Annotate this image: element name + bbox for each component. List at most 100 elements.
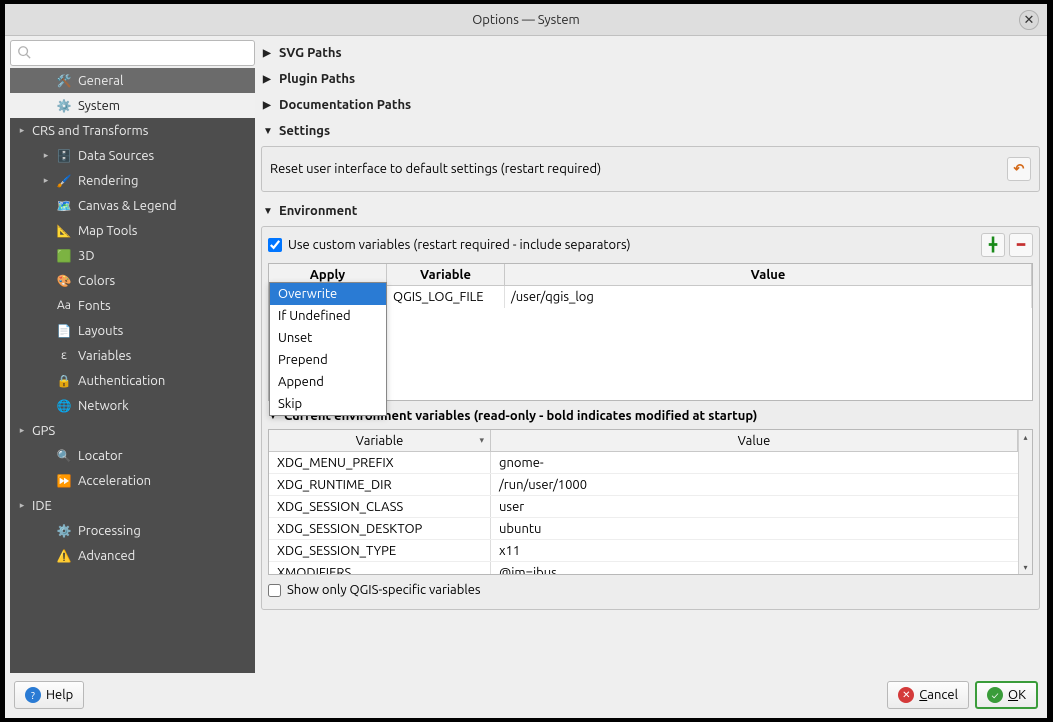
env-var-name: XDG_RUNTIME_DIR [269, 474, 491, 495]
col-value[interactable]: Value [491, 430, 1018, 451]
sidebar-item-crs-and-transforms[interactable]: ▸CRS and Transforms [10, 118, 255, 143]
col-variable[interactable]: Variable [387, 264, 505, 285]
section-documentation-paths[interactable]: ▶ Documentation Paths [261, 92, 1040, 118]
close-button[interactable]: ✕ [1019, 10, 1039, 30]
sidebar-item-processing[interactable]: ⚙️ Processing [10, 518, 255, 543]
reset-ui-button[interactable]: ↶ [1007, 157, 1031, 181]
variable-cell[interactable]: QGIS_LOG_FILE [387, 286, 505, 308]
sidebar-item-label: Fonts [78, 299, 111, 313]
sidebar-search[interactable] [10, 40, 255, 66]
vertical-scrollbar[interactable]: ▴ ▾ [1018, 430, 1032, 574]
col-variable[interactable]: Variable ▾ [269, 430, 491, 451]
dialog-footer: ? Help ✕ Cancel ✓ OK [10, 677, 1042, 713]
sidebar-item-colors[interactable]: 🎨Colors [10, 268, 255, 293]
show-only-qgis-checkbox[interactable] [268, 584, 281, 597]
cancel-icon: ✕ [898, 687, 914, 703]
env-var-row[interactable]: XDG_MENU_PREFIXgnome- [269, 452, 1018, 474]
plus-icon: ╋ [989, 238, 997, 253]
sidebar-item-label: Layouts [78, 324, 123, 338]
apply-option-append[interactable]: Append [270, 371, 386, 393]
sidebar-item-label: CRS and Transforms [32, 124, 148, 138]
sidebar-item-authentication[interactable]: 🔒 Authentication [10, 368, 255, 393]
apply-option-unset[interactable]: Unset [270, 327, 386, 349]
acceleration-icon: ⏩ [56, 473, 72, 489]
env-var-value: gnome- [491, 452, 1018, 473]
sidebar-item-fonts[interactable]: AaFonts [10, 293, 255, 318]
general-icon: 🛠️ [56, 73, 72, 89]
chevron-right-icon: ▸ [18, 500, 26, 511]
processing-icon: ⚙️ [56, 523, 72, 539]
section-svg-paths[interactable]: ▶ SVG Paths [261, 40, 1040, 66]
env-var-value: ubuntu [491, 518, 1018, 539]
search-input[interactable] [35, 46, 248, 60]
scroll-up-icon[interactable]: ▴ [1019, 430, 1032, 444]
canvas-legend-icon: 🗺️ [56, 198, 72, 214]
sidebar-item-label: Canvas & Legend [78, 199, 177, 213]
sidebar-item-gps[interactable]: ▸GPS [10, 418, 255, 443]
sidebar-item-label: Processing [78, 524, 141, 538]
apply-dropdown[interactable]: OverwriteIf UndefinedUnsetPrependAppendS… [269, 282, 387, 416]
env-var-name: XMODIFIERS [269, 562, 491, 574]
remove-var-button[interactable]: ━ [1009, 233, 1033, 257]
chevron-right-icon: ▶ [263, 99, 273, 111]
sidebar-item-acceleration[interactable]: ⏩ Acceleration [10, 468, 255, 493]
chevron-right-icon: ▶ [263, 73, 273, 85]
sidebar-item-system[interactable]: ⚙️System [10, 93, 255, 118]
sidebar-item-canvas-legend[interactable]: 🗺️ Canvas & Legend [10, 193, 255, 218]
sidebar-item-label: GPS [32, 424, 55, 438]
ok-button[interactable]: ✓ OK [975, 681, 1038, 709]
authentication-icon: 🔒 [56, 373, 72, 389]
chevron-down-icon: ▼ [263, 205, 273, 217]
env-var-row[interactable]: XDG_SESSION_TYPEx11 [269, 540, 1018, 562]
env-var-row[interactable]: XDG_SESSION_CLASSuser [269, 496, 1018, 518]
sidebar-item-general[interactable]: 🛠️General [10, 68, 255, 93]
sidebar-item-label: Rendering [78, 174, 138, 188]
env-var-row[interactable]: XMODIFIERS@im=ibus [269, 562, 1018, 574]
sidebar-item-label: IDE [32, 499, 52, 513]
sidebar-item-ide[interactable]: ▸ IDE [10, 493, 255, 518]
chevron-right-icon: ▸ [42, 175, 50, 186]
sidebar-item-data-sources[interactable]: ▸🗄️Data Sources [10, 143, 255, 168]
env-var-name: XDG_MENU_PREFIX [269, 452, 491, 473]
sidebar-item-3d[interactable]: 🟩3D [10, 243, 255, 268]
apply-option-prepend[interactable]: Prepend [270, 349, 386, 371]
section-plugin-paths[interactable]: ▶ Plugin Paths [261, 66, 1040, 92]
rendering-icon: 🖌️ [56, 173, 72, 189]
sidebar-item-layouts[interactable]: 📄 Layouts [10, 318, 255, 343]
sidebar-item-network[interactable]: 🌐Network [10, 393, 255, 418]
map-tools-icon: 📐 [56, 223, 72, 239]
window-body: 🛠️General⚙️System▸CRS and Transforms▸🗄️D… [5, 36, 1047, 718]
sidebar-item-advanced[interactable]: ⚠️Advanced [10, 543, 255, 568]
sidebar-item-variables[interactable]: εVariables [10, 343, 255, 368]
use-custom-vars-label: Use custom variables (restart required -… [288, 238, 631, 252]
sidebar-item-map-tools[interactable]: 📐Map Tools [10, 218, 255, 243]
use-custom-vars-checkbox[interactable] [268, 238, 282, 252]
window-title: Options — System [472, 13, 580, 27]
apply-option-skip[interactable]: Skip [270, 393, 386, 415]
section-settings[interactable]: ▼ Settings [261, 118, 1040, 144]
apply-option-overwrite[interactable]: Overwrite [270, 283, 386, 305]
col-value[interactable]: Value [505, 264, 1032, 285]
reset-ui-label: Reset user interface to default settings… [270, 162, 1007, 176]
cancel-button[interactable]: ✕ Cancel [887, 681, 969, 709]
show-only-row: Show only QGIS-specific variables [268, 583, 1033, 597]
add-var-button[interactable]: ╋ [981, 233, 1005, 257]
nav-tree[interactable]: 🛠️General⚙️System▸CRS and Transforms▸🗄️D… [10, 68, 255, 673]
sidebar-item-label: 3D [78, 249, 95, 263]
sidebar-item-label: Locator [78, 449, 123, 463]
data-sources-icon: 🗄️ [56, 148, 72, 164]
value-cell[interactable]: /user/qgis_log [505, 286, 1032, 308]
sidebar-item-label: Acceleration [78, 474, 151, 488]
env-var-value: @im=ibus [491, 562, 1018, 574]
section-environment[interactable]: ▼ Environment [261, 198, 1040, 224]
sidebar-item-locator[interactable]: 🔍Locator [10, 443, 255, 468]
sidebar-item-rendering[interactable]: ▸ 🖌️ Rendering [10, 168, 255, 193]
sort-indicator-icon: ▾ [479, 435, 484, 446]
apply-option-if-undefined[interactable]: If Undefined [270, 305, 386, 327]
help-button[interactable]: ? Help [14, 681, 84, 709]
env-var-row[interactable]: XDG_SESSION_DESKTOPubuntu [269, 518, 1018, 540]
sidebar-item-label: Authentication [78, 374, 165, 388]
env-var-row[interactable]: XDG_RUNTIME_DIR/run/user/1000 [269, 474, 1018, 496]
layouts-icon: 📄 [56, 323, 72, 339]
scroll-down-icon[interactable]: ▾ [1019, 560, 1032, 574]
